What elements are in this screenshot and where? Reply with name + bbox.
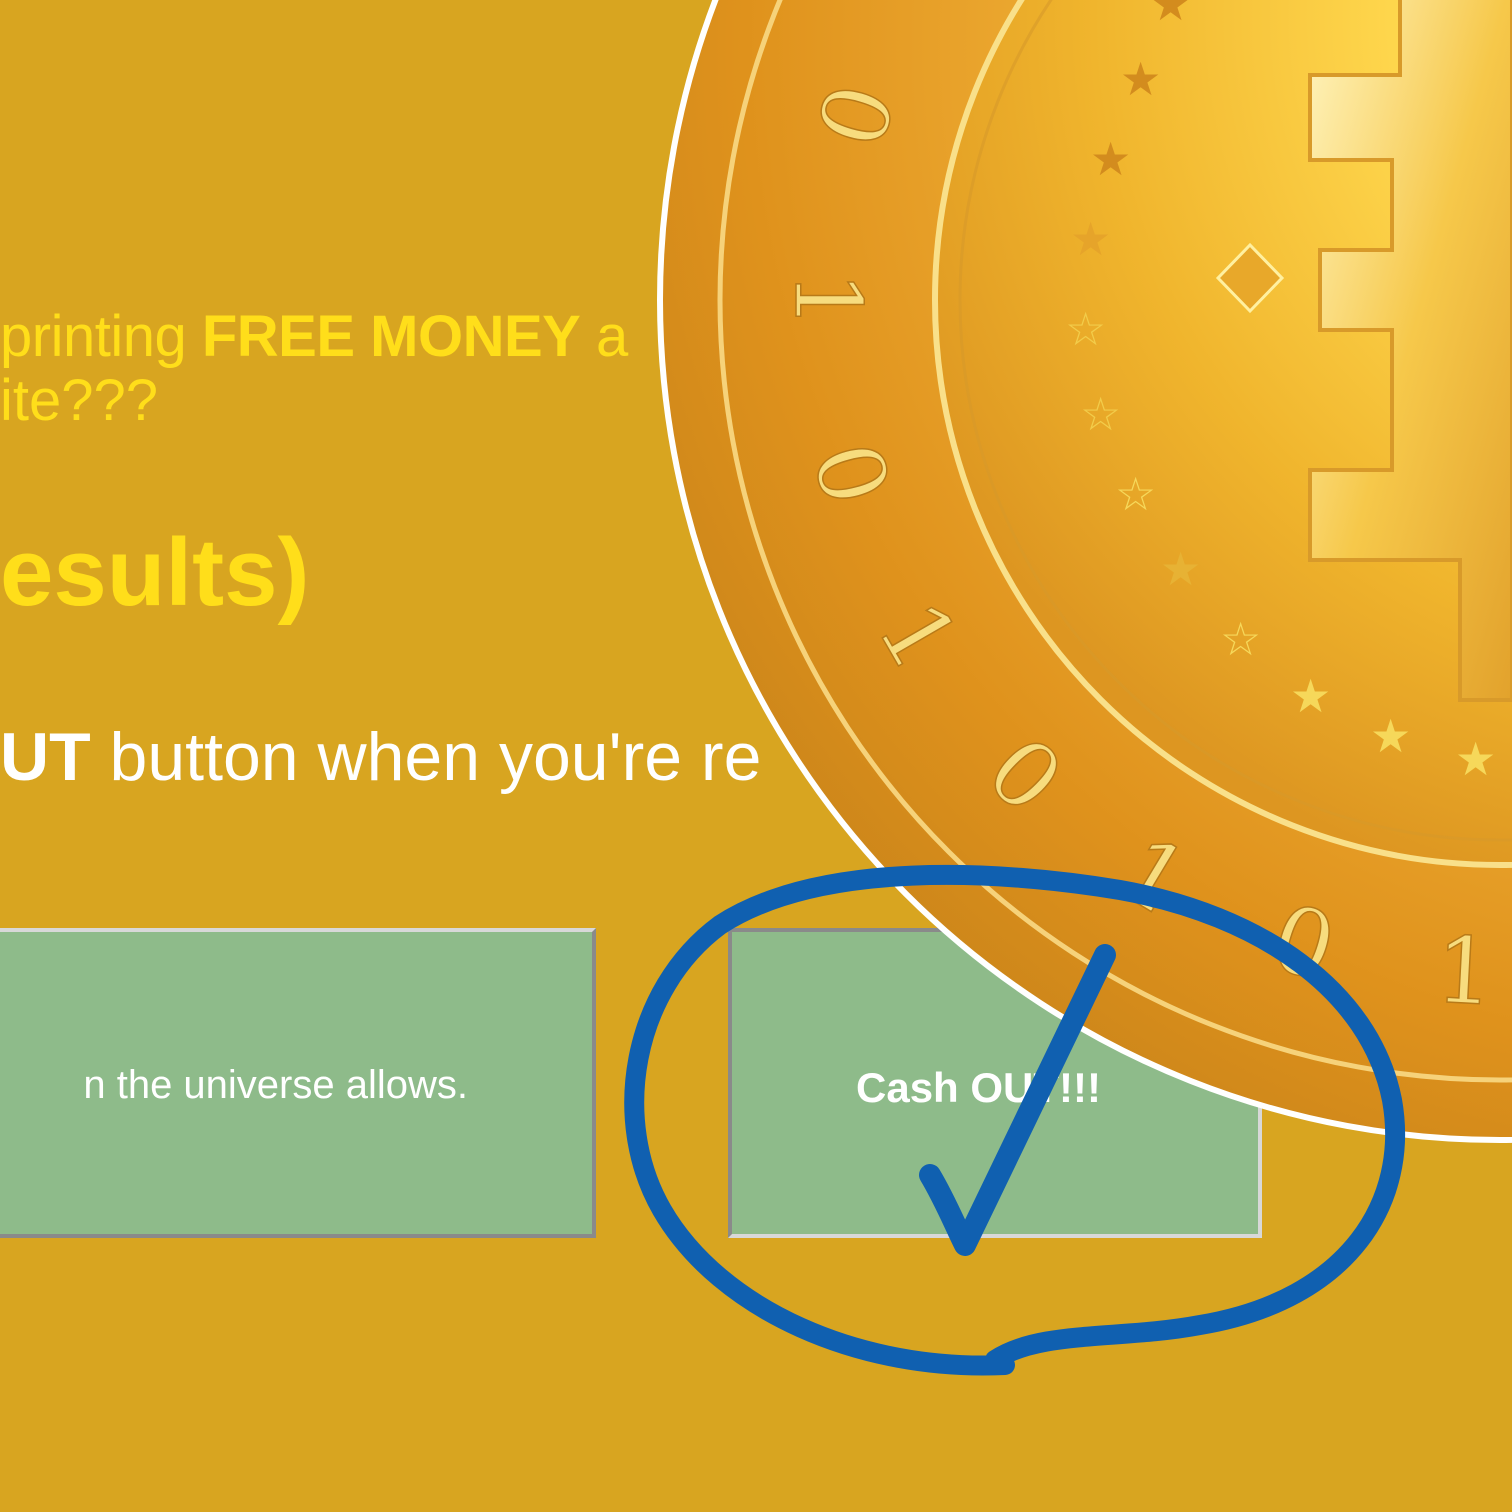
coin-digit: 1 [857,584,979,688]
instruction-text: UT button when you're re [0,715,761,799]
coin-digit: 1 [1101,815,1206,937]
bitcoin-b-symbol [1308,0,1512,702]
info-panel-text: n the universe allows. [83,1063,468,1107]
intro-line-2: ite??? [0,368,159,433]
svg-text:☆: ☆ [1080,387,1121,441]
coin-digit: 1 [1433,917,1497,1027]
info-panel: n the universe allows. [0,928,596,1238]
svg-text:★: ★ [1370,709,1411,763]
results-heading: esults) [0,519,310,626]
instruction-emphasis: UT [0,719,91,795]
svg-text:★: ★ [1455,732,1496,786]
svg-text:★: ★ [1070,212,1111,266]
instruction-rest: button when you're re [90,719,762,795]
coin-digit: 0 [791,432,910,516]
svg-text:★: ★ [1120,52,1161,106]
cash-out-label: Cash OUT!!! [856,1064,1101,1111]
coin-digit: 0 [966,717,1083,834]
coin-digit: 0 [1260,883,1347,1002]
svg-text:★: ★ [1290,669,1331,723]
coin-star-ring: ★ ★ ★ ★ ☆ ☆ ☆ ★ ☆ ★ ★ ★ [1065,0,1496,786]
intro-text-end: a [580,304,628,369]
coin-binary-digits: 010101010 [773,71,1497,1027]
free-money-emphasis: FREE MONEY [201,304,581,369]
svg-text:☆: ☆ [1220,612,1261,666]
cash-out-button[interactable]: Cash OUT!!! [728,928,1262,1238]
intro-line-1: printing FREE MONEY a [0,302,628,372]
svg-text:☆: ☆ [1115,467,1156,521]
svg-text:☆: ☆ [1065,302,1106,356]
svg-text:★: ★ [1090,132,1131,186]
coin-diamond-icon [1215,242,1285,314]
svg-text:★: ★ [1160,542,1201,596]
intro-text-start: printing [0,304,202,369]
coin-digit: 1 [774,271,881,330]
coin-digit: 0 [794,72,913,158]
svg-text:★: ★ [1150,0,1191,31]
